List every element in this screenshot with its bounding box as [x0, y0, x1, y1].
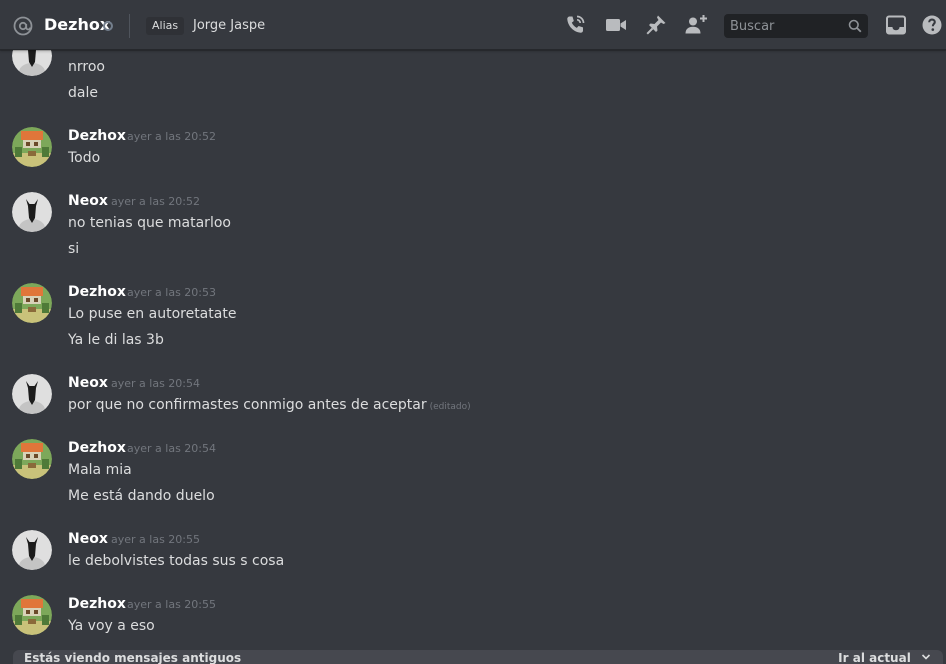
avatar-dezhox[interactable]	[12, 595, 52, 635]
voice-call-icon[interactable]	[563, 13, 587, 37]
avatar-dezhox[interactable]	[12, 283, 52, 323]
message-author[interactable]: Dezhox	[68, 439, 126, 457]
message-list: nrroo dale Dezhox ayer a las 20:52 Todo	[0, 50, 946, 650]
old-messages-notice: Estás viendo mensajes antiguos	[24, 651, 242, 664]
channel-header: Dezhox Alias Jorge Jaspe	[0, 0, 946, 50]
offline-status-icon	[103, 21, 113, 31]
message-timestamp: ayer a las 20:55	[111, 533, 200, 546]
search-box[interactable]	[724, 14, 868, 38]
message-text: si	[68, 241, 80, 257]
header-divider	[129, 14, 130, 38]
video-call-icon[interactable]	[604, 13, 628, 37]
avatar-neox[interactable]	[12, 50, 52, 76]
message-text: Todo	[68, 150, 101, 166]
pixel-art-avatar-icon	[12, 595, 52, 635]
wolf-avatar-icon	[12, 530, 52, 570]
message-author[interactable]: Dezhox	[68, 595, 126, 613]
message-author[interactable]: Dezhox	[68, 283, 126, 301]
message-text: Ya le di las 3b	[68, 332, 164, 348]
message-text: Ya voy a eso	[68, 618, 155, 634]
search-input[interactable]	[724, 14, 868, 38]
message-text: Mala mia	[68, 462, 132, 478]
pixel-art-avatar-icon	[12, 283, 52, 323]
pixel-art-avatar-icon	[12, 127, 52, 167]
message-text: Me está dando duelo	[68, 488, 215, 504]
avatar-dezhox[interactable]	[12, 439, 52, 479]
wolf-avatar-icon	[12, 374, 52, 414]
message-author[interactable]: Neox	[68, 192, 108, 210]
edited-tag: (editado)	[429, 402, 471, 412]
message-text: nrroo	[68, 59, 105, 75]
search-icon	[848, 19, 862, 33]
wolf-avatar-icon	[12, 50, 52, 76]
message-text: por que no confirmastes conmigo antes de…	[68, 396, 471, 416]
message-timestamp: ayer a las 20:55	[127, 598, 216, 611]
avatar-neox[interactable]	[12, 192, 52, 232]
message-text: dale	[68, 85, 98, 101]
avatar-neox[interactable]	[12, 530, 52, 570]
dm-recipient-name: Dezhox	[44, 15, 111, 34]
message-author[interactable]: Dezhox	[68, 127, 126, 145]
message-timestamp: ayer a las 20:54	[111, 377, 200, 390]
message-timestamp: ayer a las 20:52	[111, 195, 200, 208]
jump-to-present-label: Ir al actual	[838, 651, 911, 664]
avatar-dezhox[interactable]	[12, 127, 52, 167]
alias-label: Alias	[146, 17, 185, 35]
inbox-icon[interactable]	[884, 13, 908, 37]
wolf-avatar-icon	[12, 192, 52, 232]
help-icon[interactable]	[920, 13, 944, 37]
at-icon	[13, 16, 33, 36]
message-text: Lo puse en autoretatate	[68, 306, 237, 322]
add-friend-icon[interactable]	[684, 13, 708, 37]
message-author[interactable]: Neox	[68, 530, 108, 548]
old-messages-bar: Estás viendo mensajes antiguos Ir al act…	[13, 650, 943, 664]
pixel-art-avatar-icon	[12, 439, 52, 479]
message-timestamp: ayer a las 20:53	[127, 286, 216, 299]
message-text: le debolvistes todas sus s cosa	[68, 553, 285, 569]
message-text: no tenias que matarloo	[68, 215, 231, 231]
message-body: por que no confirmastes conmigo antes de…	[68, 397, 427, 413]
pin-icon[interactable]	[644, 13, 668, 37]
alias-value: Jorge Jaspe	[193, 18, 266, 33]
message-timestamp: ayer a las 20:54	[127, 442, 216, 455]
avatar-neox[interactable]	[12, 374, 52, 414]
jump-to-present-button[interactable]: Ir al actual	[838, 651, 931, 664]
message-author[interactable]: Neox	[68, 374, 108, 392]
message-timestamp: ayer a las 20:52	[127, 130, 216, 143]
chevron-down-icon	[921, 654, 931, 660]
